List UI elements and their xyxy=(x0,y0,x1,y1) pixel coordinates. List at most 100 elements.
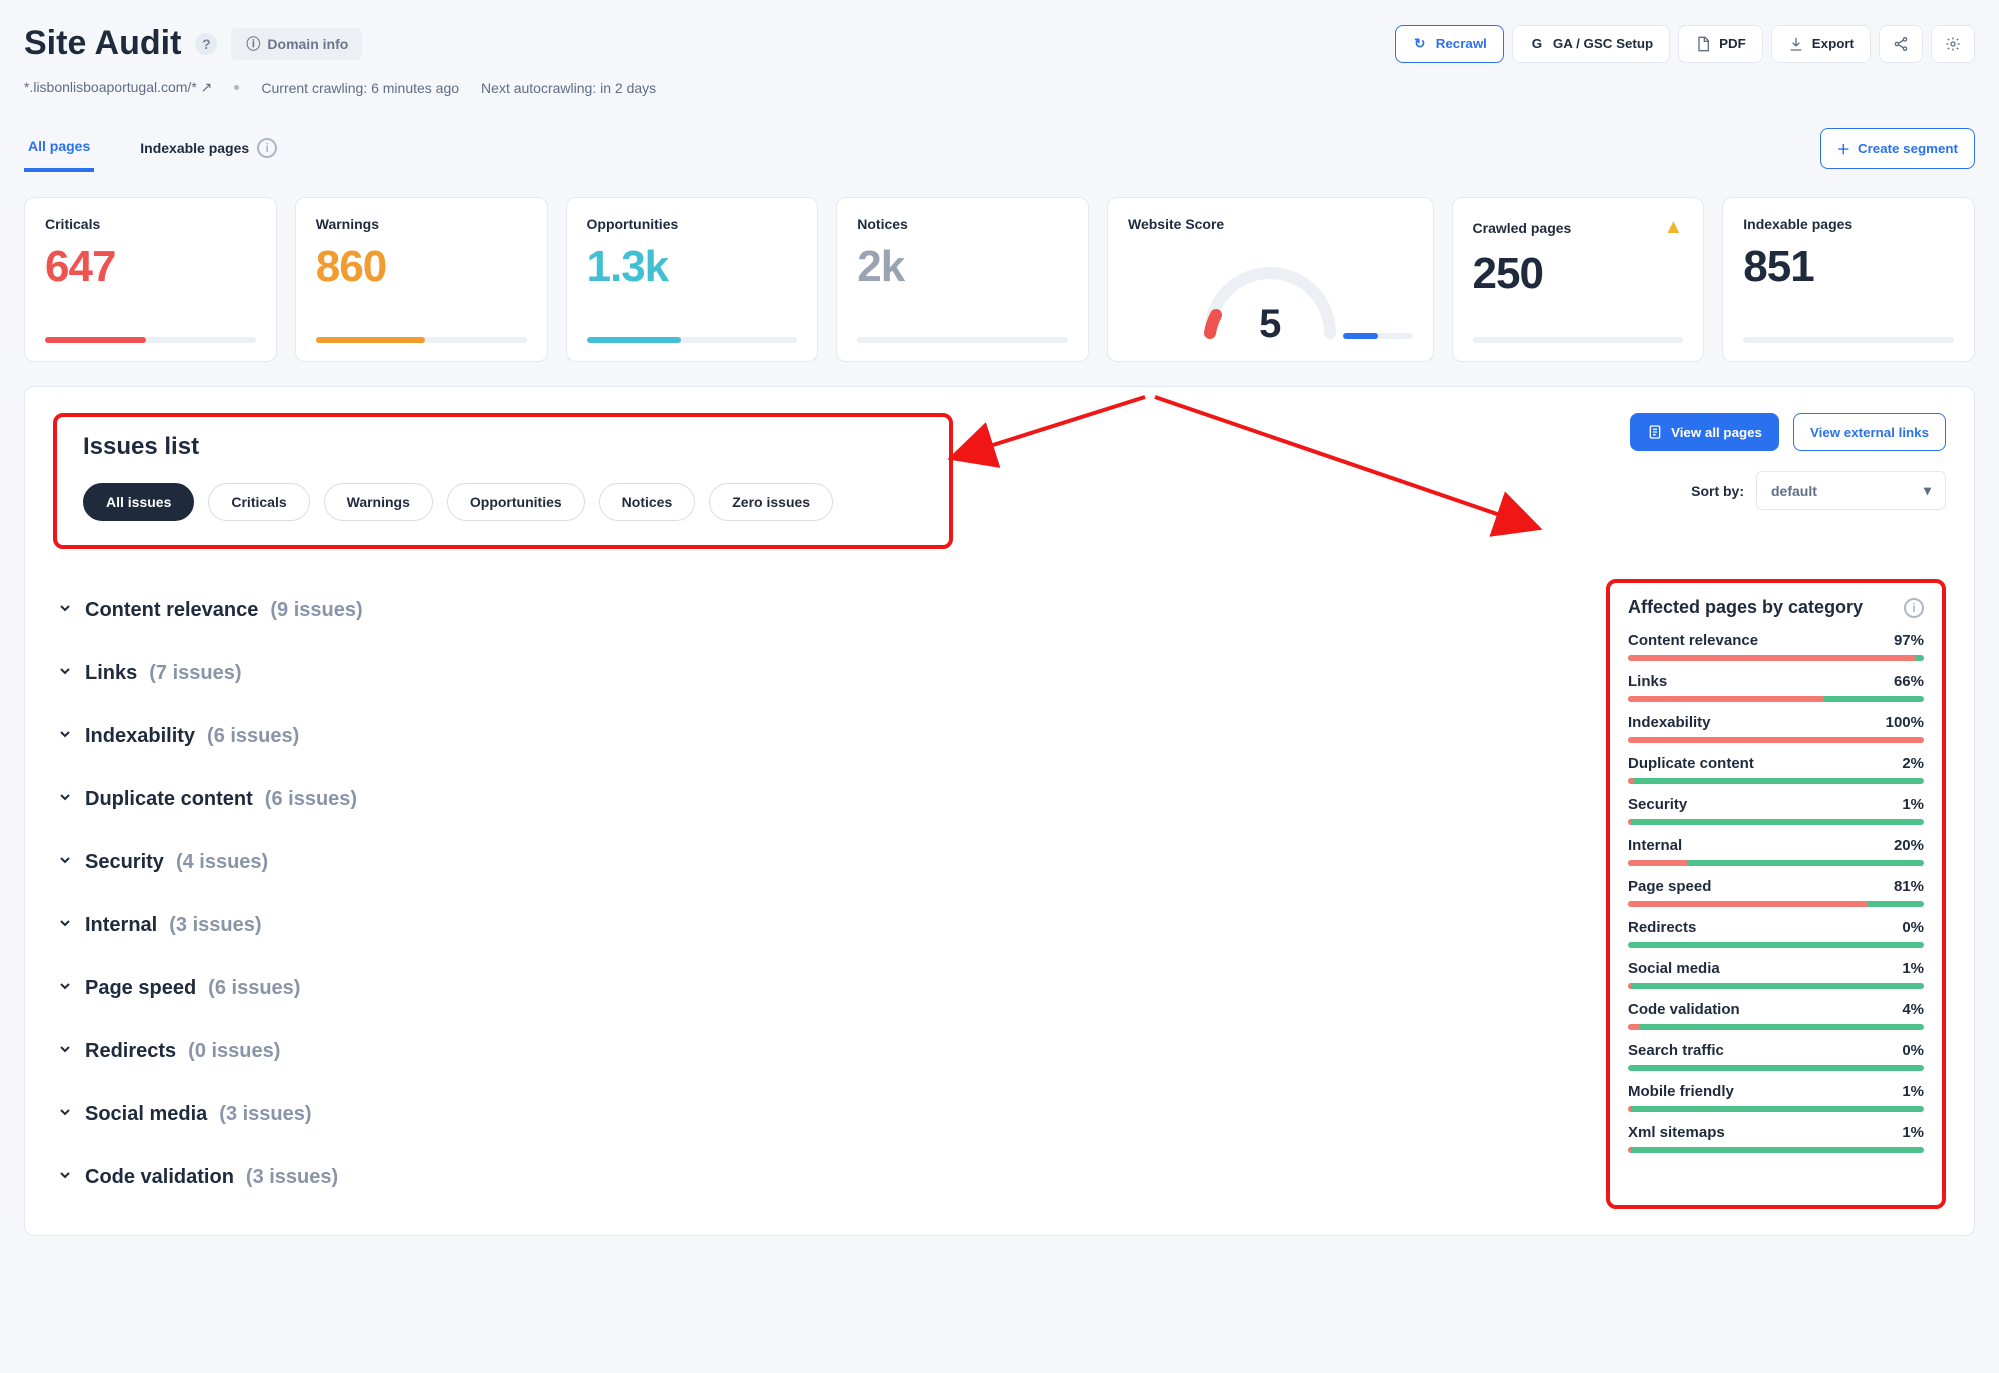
issue-count: (4 issues) xyxy=(176,851,268,874)
issue-row-5[interactable]: Internal (3 issues) xyxy=(53,894,1566,957)
affected-bar xyxy=(1628,1147,1924,1153)
affected-pct: 20% xyxy=(1894,837,1924,854)
view-external-links-button[interactable]: View external links xyxy=(1793,413,1946,451)
issue-row-7[interactable]: Redirects (0 issues) xyxy=(53,1020,1566,1083)
issues-title: Issues list xyxy=(83,433,923,461)
affected-bar xyxy=(1628,860,1924,866)
issue-name: Content relevance xyxy=(85,599,258,622)
affected-name: Security xyxy=(1628,796,1687,813)
affected-name: Duplicate content xyxy=(1628,755,1754,772)
score-gauge: 5 xyxy=(1200,263,1340,343)
affected-row-12[interactable]: Xml sitemaps1% xyxy=(1628,1124,1924,1153)
help-icon[interactable]: ? xyxy=(195,33,217,55)
info-icon[interactable]: i xyxy=(1904,598,1924,618)
stat-notices-value: 2k xyxy=(857,242,1068,292)
affected-row-3[interactable]: Duplicate content 2% xyxy=(1628,755,1924,784)
stat-notices[interactable]: Notices 2k xyxy=(836,197,1089,362)
affected-name: Code validation xyxy=(1628,1001,1740,1018)
stat-warnings-spark xyxy=(316,337,527,343)
affected-pct: 66% xyxy=(1894,673,1924,690)
affected-row-9[interactable]: Code validation4% xyxy=(1628,1001,1924,1030)
issue-row-0[interactable]: Content relevance (9 issues) xyxy=(53,579,1566,642)
tab-indexable-pages[interactable]: Indexable pages i xyxy=(136,124,281,172)
issue-name: Security xyxy=(85,851,164,874)
affected-title: Affected pages by category xyxy=(1628,597,1863,618)
info-icon: ⓘ xyxy=(245,36,261,52)
info-icon[interactable]: i xyxy=(257,138,277,158)
pdf-button[interactable]: PDF xyxy=(1678,25,1763,63)
issue-row-6[interactable]: Page speed (6 issues) xyxy=(53,957,1566,1020)
affected-pct: 100% xyxy=(1886,714,1924,731)
issue-row-8[interactable]: Social media (3 issues) xyxy=(53,1083,1566,1146)
affected-name: Internal xyxy=(1628,837,1682,854)
stat-score-value: 5 xyxy=(1200,302,1340,347)
affected-bar xyxy=(1628,655,1924,661)
view-all-pages-label: View all pages xyxy=(1671,425,1762,440)
view-all-pages-button[interactable]: View all pages xyxy=(1630,413,1779,451)
affected-row-5[interactable]: Internal 20% xyxy=(1628,837,1924,866)
issue-name: Links xyxy=(85,662,137,685)
settings-button[interactable] xyxy=(1931,25,1975,63)
issue-name: Code validation xyxy=(85,1166,234,1189)
tab-all-pages[interactable]: All pages xyxy=(24,124,94,172)
affected-row-10[interactable]: Search traffic0% xyxy=(1628,1042,1924,1071)
affected-row-2[interactable]: Indexability 100% xyxy=(1628,714,1924,743)
affected-name: Indexability xyxy=(1628,714,1711,731)
share-button[interactable] xyxy=(1879,25,1923,63)
filter-zero-issues[interactable]: Zero issues xyxy=(709,483,833,521)
affected-row-7[interactable]: Redirects0% xyxy=(1628,919,1924,948)
stat-warnings[interactable]: Warnings 860 xyxy=(295,197,548,362)
sort-select[interactable]: default ▾ xyxy=(1756,471,1946,510)
affected-pct: 1% xyxy=(1902,1124,1924,1141)
affected-row-11[interactable]: Mobile friendly1% xyxy=(1628,1083,1924,1112)
issue-name: Duplicate content xyxy=(85,788,253,811)
affected-row-1[interactable]: Links 66% xyxy=(1628,673,1924,702)
issue-count: (6 issues) xyxy=(265,788,357,811)
chevron-down-icon xyxy=(57,977,73,1000)
issue-row-9[interactable]: Code validation (3 issues) xyxy=(53,1146,1566,1209)
page-title: Site Audit xyxy=(24,24,181,63)
chevron-down-icon xyxy=(57,662,73,685)
export-button[interactable]: Export xyxy=(1771,25,1871,63)
filter-warnings[interactable]: Warnings xyxy=(324,483,433,521)
issue-count: (3 issues) xyxy=(219,1103,311,1126)
create-segment-button[interactable]: ＋ Create segment xyxy=(1820,128,1975,169)
sort-value: default xyxy=(1771,483,1817,499)
issue-row-1[interactable]: Links (7 issues) xyxy=(53,642,1566,705)
affected-row-8[interactable]: Social media1% xyxy=(1628,960,1924,989)
stat-criticals[interactable]: Criticals 647 xyxy=(24,197,277,362)
stat-indexable[interactable]: Indexable pages 851 xyxy=(1722,197,1975,362)
issue-row-3[interactable]: Duplicate content (6 issues) xyxy=(53,768,1566,831)
filter-all-issues[interactable]: All issues xyxy=(83,483,194,521)
stat-crawled[interactable]: Crawled pages ▲ 250 xyxy=(1452,197,1705,362)
stat-warnings-value: 860 xyxy=(316,242,527,292)
ga-gsc-button[interactable]: G GA / GSC Setup xyxy=(1512,25,1670,63)
affected-pct: 0% xyxy=(1902,1042,1924,1059)
affected-bar xyxy=(1628,1024,1924,1030)
recrawl-button[interactable]: ↻ Recrawl xyxy=(1395,25,1504,63)
filter-criticals[interactable]: Criticals xyxy=(208,483,309,521)
issue-row-4[interactable]: Security (4 issues) xyxy=(53,831,1566,894)
filter-opportunities[interactable]: Opportunities xyxy=(447,483,585,521)
issue-count: (9 issues) xyxy=(270,599,362,622)
filter-notices[interactable]: Notices xyxy=(599,483,696,521)
stat-crawled-spark xyxy=(1473,337,1684,343)
affected-bar xyxy=(1628,901,1924,907)
affected-pct: 2% xyxy=(1902,755,1924,772)
sort-label: Sort by: xyxy=(1691,483,1744,499)
stat-opportunities[interactable]: Opportunities 1.3k xyxy=(566,197,819,362)
affected-name: Social media xyxy=(1628,960,1720,977)
stat-notices-label: Notices xyxy=(857,216,1068,232)
stat-website-score[interactable]: Website Score 5 xyxy=(1107,197,1434,362)
share-icon xyxy=(1893,36,1909,52)
stat-warnings-label: Warnings xyxy=(316,216,527,232)
crawl-time: Current crawling: 6 minutes ago xyxy=(261,80,459,96)
issue-row-2[interactable]: Indexability (6 issues) xyxy=(53,705,1566,768)
affected-name: Links xyxy=(1628,673,1667,690)
stat-notices-spark xyxy=(857,337,1068,343)
affected-row-4[interactable]: Security1% xyxy=(1628,796,1924,825)
domain-info-chip[interactable]: ⓘ Domain info xyxy=(231,28,362,60)
domain-link[interactable]: *.lisbonlisboaportugal.com/* ↗ xyxy=(24,79,212,96)
affected-row-6[interactable]: Page speed81% xyxy=(1628,878,1924,907)
affected-row-0[interactable]: Content relevance97% xyxy=(1628,632,1924,661)
